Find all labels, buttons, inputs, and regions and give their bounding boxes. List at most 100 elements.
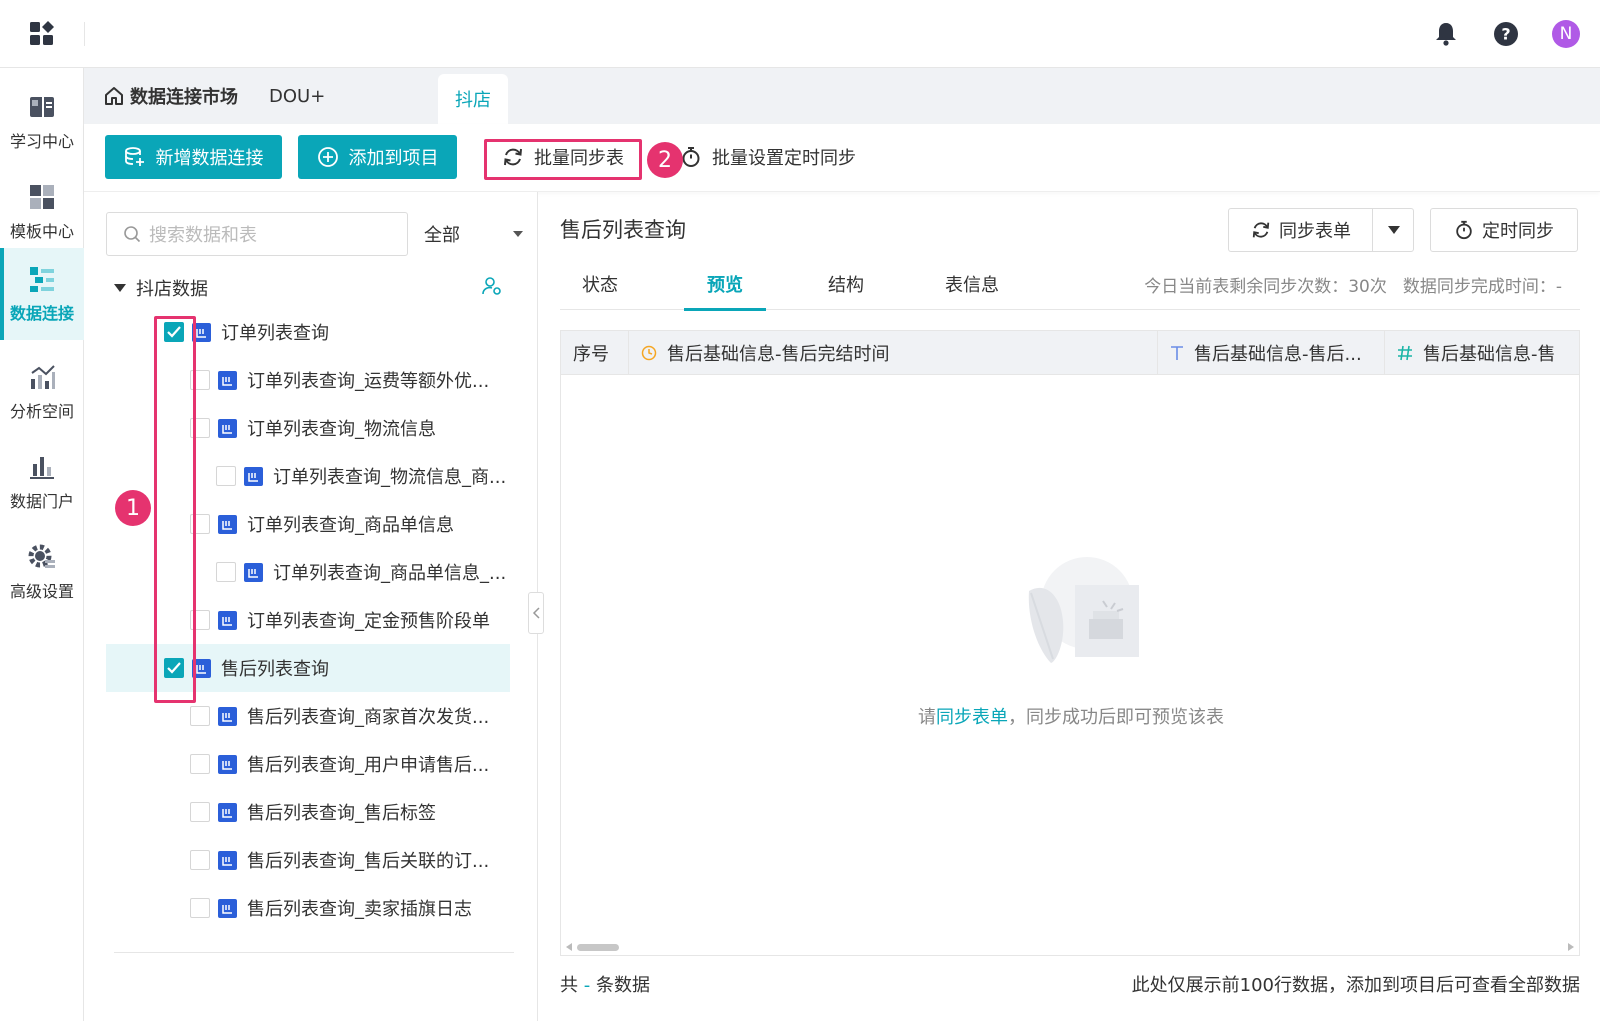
annotation-badge-2: 2: [647, 142, 683, 178]
scroll-left-icon[interactable]: [565, 943, 573, 951]
tree-item-label: 售后列表查询_售后关联的订...: [247, 851, 490, 872]
sync-dropdown-toggle[interactable]: [1372, 208, 1414, 252]
sidebar-item-label: 模板中心: [9, 222, 74, 241]
row-count: 共 - 条数据: [560, 971, 650, 997]
user-settings-icon[interactable]: [482, 276, 502, 296]
tab-preview[interactable]: 预览: [684, 258, 766, 311]
sidebar-item-label: 分析空间: [9, 402, 74, 421]
column-label: 售后基础信息-售后...: [1194, 344, 1362, 365]
checkbox[interactable]: [190, 898, 210, 918]
tree-item-label: 售后列表查询_用户申请售后...: [247, 755, 490, 776]
add-connection-label: 新增数据连接: [155, 148, 264, 169]
sidebar-item-portal[interactable]: 数据门户: [0, 436, 84, 528]
tab-status[interactable]: 状态: [562, 258, 638, 310]
sidebar-item-templates[interactable]: 模板中心: [0, 166, 84, 258]
tree-table-item[interactable]: 售后列表查询_售后标签: [106, 788, 510, 836]
tree-root-node[interactable]: 抖店数据: [114, 270, 208, 306]
preview-limit-note: 此处仅展示前100行数据，添加到项目后可查看全部数据: [1131, 975, 1580, 996]
svg-text:?: ?: [1501, 25, 1510, 44]
sync-icon: [1252, 222, 1270, 238]
scroll-thumb[interactable]: [577, 944, 619, 951]
sidebar-item-data-connect[interactable]: 数据连接: [0, 248, 84, 340]
text-type-icon: [1171, 346, 1183, 360]
column-header[interactable]: 售后基础信息-售后完结时间: [629, 331, 1158, 375]
timer-icon: [682, 147, 700, 167]
sync-table-link[interactable]: 同步表单: [936, 707, 1008, 728]
highlight-checkbox-column: [154, 316, 196, 703]
sidebar-item-analysis[interactable]: 分析空间: [0, 346, 84, 438]
divider: [114, 952, 514, 953]
apps-icon[interactable]: [28, 20, 56, 48]
search-input[interactable]: 搜索数据和表: [106, 212, 408, 256]
table-icon: [218, 610, 237, 630]
filter-select[interactable]: 全部: [424, 212, 524, 256]
sidebar-item-label: 学习中心: [9, 132, 74, 151]
collapse-panel-handle[interactable]: [528, 592, 544, 634]
tab-structure[interactable]: 结构: [808, 258, 884, 310]
checkbox[interactable]: [190, 802, 210, 822]
tree-item-label: 售后列表查询_售后标签: [247, 803, 436, 824]
checkbox[interactable]: [190, 754, 210, 774]
column-header[interactable]: 售后基础信息-售后...: [1158, 331, 1385, 375]
schedule-sync-button[interactable]: 定时同步: [1430, 208, 1578, 252]
checkbox[interactable]: [216, 466, 236, 486]
add-connection-button[interactable]: 新增数据连接: [105, 135, 282, 179]
column-label: 序号: [573, 344, 609, 365]
empty-state: 请同步表单，同步成功后即可预览该表: [561, 551, 1579, 729]
sync-table-label: 同步表单: [1279, 221, 1351, 242]
tree-table-item[interactable]: 售后列表查询_卖家插旗日志: [106, 884, 510, 932]
database-add-icon: [124, 147, 144, 166]
sidebar-item-settings[interactable]: 高级设置: [0, 526, 84, 618]
remaining-sync-count: 今日当前表剩余同步次数：30次: [1144, 276, 1387, 297]
scroll-right-icon[interactable]: [1567, 943, 1575, 951]
tree-table-item[interactable]: 售后列表查询_售后关联的订...: [106, 836, 510, 884]
table-icon: [218, 706, 237, 726]
checkbox[interactable]: [190, 706, 210, 726]
data-connect-icon: [30, 267, 54, 292]
schedule-sync-label: 定时同步: [1482, 221, 1554, 242]
help-icon[interactable]: ?: [1492, 20, 1520, 48]
tree-root-label: 抖店数据: [136, 279, 208, 300]
home-icon: [105, 87, 123, 105]
breadcrumb-home-label: 数据连接市场: [130, 87, 238, 108]
search-icon: [124, 226, 141, 243]
horizontal-scrollbar[interactable]: [561, 939, 1579, 955]
table-icon: [218, 802, 237, 822]
tree-item-label: 售后列表查询_卖家插旗日志: [247, 899, 472, 920]
clock-icon: [641, 345, 657, 361]
table-icon: [218, 898, 237, 918]
batch-schedule-button[interactable]: 批量设置定时同步: [680, 135, 856, 179]
add-to-project-button[interactable]: 添加到项目: [298, 135, 457, 179]
sidebar-item-learning[interactable]: 学习中心: [0, 76, 84, 168]
checkbox[interactable]: [190, 850, 210, 870]
preview-grid: 序号 售后基础信息-售后完结时间 售后基础信息-售后... 售后基础信息-售 请…: [560, 330, 1580, 956]
tree-item-label: 售后列表查询_商家首次发货...: [247, 707, 490, 728]
tab-dou-plus[interactable]: DOU+: [269, 68, 325, 124]
add-to-project-label: 添加到项目: [348, 148, 439, 169]
number-type-icon: [1398, 345, 1412, 361]
breadcrumb-home[interactable]: 数据连接市场: [104, 68, 238, 124]
checkbox[interactable]: [216, 562, 236, 582]
column-header[interactable]: 序号: [561, 331, 629, 375]
tab-table-info[interactable]: 表信息: [924, 258, 1020, 310]
breadcrumb: 数据连接市场 DOU+ 抖店: [84, 68, 1600, 124]
empty-state-text: 请同步表单，同步成功后即可预览该表: [918, 703, 1224, 729]
book-icon: [30, 97, 54, 117]
tree-item-label: 订单列表查询_商品单信息: [247, 515, 454, 536]
highlight-batch-sync: [484, 139, 642, 180]
app-root: ? N 学习中心 模板中心 数据连接 分析空间 数据门户 高级设置 数据连接市场…: [0, 0, 1600, 1021]
empty-illustration-icon: [1028, 557, 1139, 663]
table-tree-panel: 搜索数据和表 全部 抖店数据 订单列表查询 订单列表查询_运费等额外优... 订单列…: [84, 192, 538, 1021]
sidebar-item-label: 高级设置: [9, 582, 74, 601]
avatar[interactable]: N: [1552, 20, 1580, 48]
sync-complete-time: 数据同步完成时间：-: [1402, 276, 1562, 297]
column-header[interactable]: 售后基础信息-售: [1385, 331, 1579, 375]
filter-value: 全部: [424, 225, 460, 246]
timer-icon: [1456, 220, 1472, 240]
bell-icon[interactable]: [1432, 20, 1460, 48]
tree-table-item[interactable]: 售后列表查询_用户申请售后...: [106, 740, 510, 788]
tab-douyin-store[interactable]: 抖店: [438, 74, 508, 124]
top-bar: ? N: [0, 0, 1600, 68]
portal-icon: [30, 457, 54, 479]
chevron-left-icon: [532, 607, 540, 619]
